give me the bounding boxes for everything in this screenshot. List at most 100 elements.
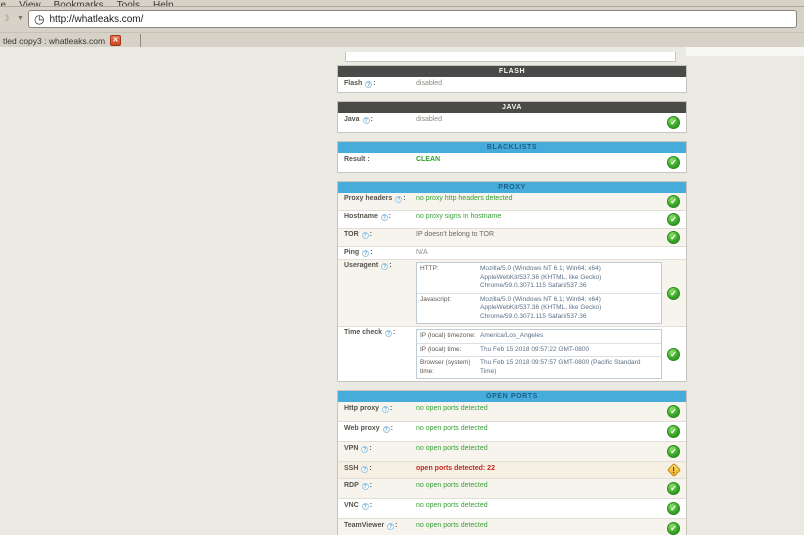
previous-table-edge: [345, 52, 676, 62]
forward-nav-icon[interactable]: ›: [4, 7, 10, 28]
browser-chrome: File View Bookmarks Tools Help › ▼ ◷ http://…: [0, 0, 804, 47]
row-label: Web proxy ?:: [344, 425, 416, 434]
row-http-proxy: Http proxy ?:no open ports detected✓: [338, 402, 686, 421]
browser-tab[interactable]: tled copy3 : whatleaks.com ✕: [0, 33, 121, 48]
row-proxy-headers: Proxy headers ?:no proxy http headers de…: [338, 193, 686, 210]
menu-item-help[interactable]: Help: [153, 0, 174, 7]
menu-bar-items: File View Bookmarks Tools Help: [0, 0, 804, 7]
menu-item-view[interactable]: View: [19, 0, 41, 7]
help-icon[interactable]: ?: [383, 426, 390, 433]
nested-value: Mozilla/5.0 (Windows NT 6.1; Win64; x64)…: [480, 265, 658, 291]
row-value: disabled: [416, 116, 662, 125]
help-icon[interactable]: ?: [381, 214, 388, 221]
value-text: disabled: [416, 116, 442, 123]
value-text: N/A: [416, 249, 428, 256]
row-web-proxy: Web proxy ?:no open ports detected✓: [338, 421, 686, 441]
menu-item-bookmarks[interactable]: Bookmarks: [54, 0, 104, 7]
help-icon[interactable]: ?: [395, 196, 402, 203]
nested-key: HTTP:: [420, 265, 480, 291]
status-cell: ✓: [662, 425, 680, 438]
nested-key: IP (local) time:: [420, 346, 480, 355]
row-label: VPN ?:: [344, 445, 416, 454]
help-icon[interactable]: ?: [362, 232, 369, 239]
section-proxy: PROXYProxy headers ?:no proxy http heade…: [337, 181, 687, 383]
row-ping: Ping ?:N/A: [338, 246, 686, 260]
row-value: IP doesn't belong to TOR: [416, 231, 662, 240]
value-text: no open ports detected: [416, 502, 488, 509]
row-flash: Flash ?:disabled: [338, 77, 686, 92]
help-icon[interactable]: ?: [362, 250, 369, 257]
nav-dropdown-icon[interactable]: ▼: [17, 15, 24, 22]
status-ok-icon: ✓: [667, 287, 680, 300]
row-value: no open ports detected: [416, 445, 662, 454]
row-label: Java ?:: [344, 116, 416, 125]
help-icon[interactable]: ?: [362, 483, 369, 490]
row-value: IP (local) timezone:America/Los_AngelesI…: [416, 329, 662, 379]
row-java: Java ?:disabled ✓: [338, 113, 686, 132]
status-ok-icon: ✓: [667, 405, 680, 418]
help-icon[interactable]: ?: [361, 446, 368, 453]
row-vpn: VPN ?:no open ports detected✓: [338, 441, 686, 461]
status-ok-icon: ✓: [667, 156, 680, 169]
help-icon[interactable]: ?: [363, 117, 370, 124]
value-text: no open ports detected: [416, 482, 488, 489]
help-icon[interactable]: ?: [381, 263, 388, 270]
help-icon[interactable]: ?: [387, 523, 394, 530]
row-rdp: RDP ?:no open ports detected✓: [338, 478, 686, 498]
row-value: no open ports detected: [416, 405, 662, 414]
row-value: CLEAN: [416, 156, 662, 165]
section-flash: FLASHFlash ?:disabled: [337, 65, 687, 93]
row-label: TOR ?:: [344, 231, 416, 240]
status-ok-icon: ✓: [667, 231, 680, 244]
row-label: Result :: [344, 156, 416, 165]
row-time-check: Time check ?:IP (local) timezone:America…: [338, 326, 686, 381]
section-title-java: JAVA: [338, 102, 686, 113]
nested-key: IP (local) timezone:: [420, 332, 480, 341]
row-label: TeamViewer ?:: [344, 522, 416, 531]
row-value: no open ports detected: [416, 425, 662, 434]
nested-key: Browser (system) time:: [420, 359, 480, 376]
value-text: no open ports detected: [416, 445, 488, 452]
section-rows: Java ?:disabled ✓: [338, 113, 686, 132]
value-text: IP doesn't belong to TOR: [416, 231, 494, 238]
row-value: disabled: [416, 80, 662, 89]
section-title-blacklists: BLACKLISTS: [338, 142, 686, 153]
nested-value: America/Los_Angeles: [480, 332, 658, 341]
section-rows: Flash ?:disabled: [338, 77, 686, 92]
row-label: Hostname ?:: [344, 213, 416, 222]
menu-item-file[interactable]: File: [0, 0, 6, 7]
status-cell: ✓: [662, 482, 680, 495]
help-icon[interactable]: ?: [382, 406, 389, 413]
nested-row: Browser (system) time:Thu Feb 15 2018 09…: [417, 356, 661, 378]
tab-close-icon[interactable]: ✕: [110, 35, 121, 46]
status-cell: !: [662, 465, 680, 475]
help-icon[interactable]: ?: [365, 81, 372, 88]
status-ok-icon: ✓: [667, 116, 680, 129]
status-ok-icon: ✓: [667, 502, 680, 515]
value-text: disabled: [416, 80, 442, 87]
row-label: Proxy headers ?:: [344, 195, 416, 204]
row-hostname: Hostname ?:no proxy signs in hostname✓: [338, 210, 686, 228]
section-title-open-ports: OPEN PORTS: [338, 391, 686, 402]
row-value: no open ports detected: [416, 522, 662, 531]
help-icon[interactable]: ?: [362, 503, 369, 510]
section-open-ports: OPEN PORTSHttp proxy ?:no open ports det…: [337, 390, 687, 535]
section-title-proxy: PROXY: [338, 182, 686, 193]
help-icon[interactable]: ?: [361, 466, 368, 473]
address-bar[interactable]: ◷ http://whatleaks.com/: [28, 10, 797, 28]
menu-item-tools[interactable]: Tools: [117, 0, 140, 7]
section-blacklists: BLACKLISTS Result :CLEAN ✓: [337, 141, 687, 173]
row-label: Useragent ?:: [344, 262, 416, 271]
row-result: Result :CLEAN ✓: [338, 153, 686, 172]
section-rows: Result :CLEAN ✓: [338, 153, 686, 172]
value-text: CLEAN: [416, 156, 440, 163]
row-value: no open ports detected: [416, 482, 662, 491]
row-value: no open ports detected: [416, 502, 662, 511]
help-icon[interactable]: ?: [385, 330, 392, 337]
status-cell: ✓: [662, 195, 680, 208]
url-text[interactable]: http://whatleaks.com/: [49, 14, 143, 25]
tab-title[interactable]: tled copy3 : whatleaks.com: [3, 36, 105, 46]
nested-value: Thu Feb 15 2018 09:57:22 GMT-0800: [480, 346, 658, 355]
status-cell: ✓: [662, 502, 680, 515]
row-useragent: Useragent ?: HTTP:Mozilla/5.0 (Windows NT…: [338, 259, 686, 326]
